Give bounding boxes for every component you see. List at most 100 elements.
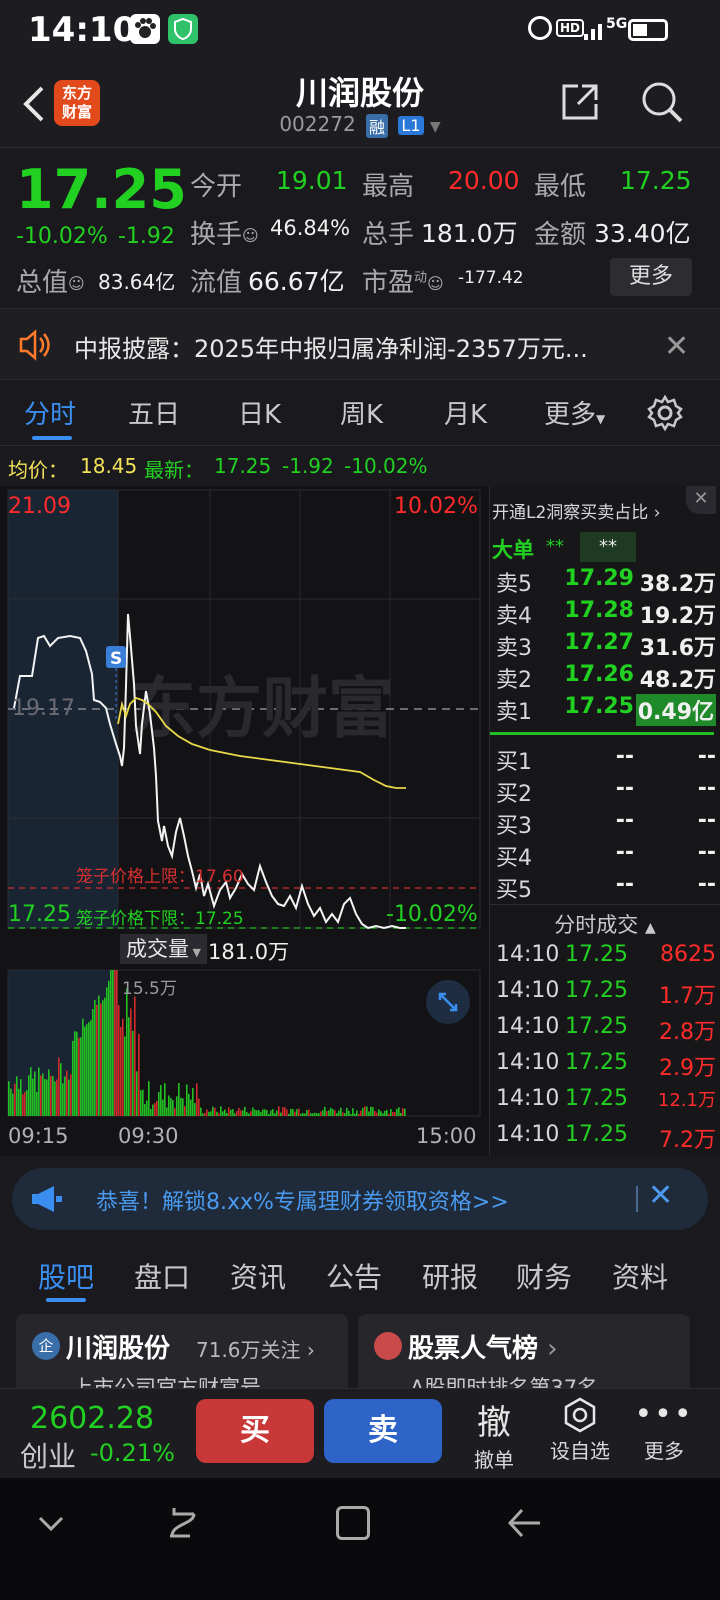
more-button[interactable]: 更多 [610,258,692,296]
volume-bar [76,1031,78,1116]
ask-row-4: 卖4 17.28 19.2万 [496,598,716,629]
volume-bar [44,1078,46,1116]
promo-banner[interactable]: 恭喜！解锁8.xx%专属理财券领取资格>> ✕ [12,1168,708,1230]
close-icon[interactable]: ✕ [664,329,689,364]
volume-bar [174,1108,176,1116]
tab-5day[interactable]: 五日 [128,394,180,431]
volume-bar [240,1110,242,1116]
float-label: 流值 [190,268,243,298]
popularity-card[interactable]: 股票人气榜 › A股即时排名第37名 [358,1314,690,1394]
baidu-paw-icon [130,14,160,44]
tab-weekly-k[interactable]: 周K [340,394,383,431]
expand-icon[interactable] [426,980,470,1024]
tab-announcements[interactable]: 公告 [326,1256,382,1296]
status-time: 14:10 [28,10,137,50]
back-icon[interactable] [506,1506,542,1544]
add-watchlist-button[interactable]: 设自选 [540,1395,620,1464]
order-book: ✕ 开通L2洞察买卖占比 › 大单 ** ** 卖5 17.29 38.2万 卖4 1… [490,486,720,1156]
intraday-chart[interactable]: 东方财富 S 21.09 10.02% 19.17 笼子价格上限：17.60 1… [0,486,490,1156]
volume-bar [152,1104,154,1116]
avg-label: 均价： [8,458,68,482]
close-icon[interactable]: ✕ [686,486,716,514]
volume-bar [148,1081,150,1116]
close-icon[interactable]: ✕ [648,1178,673,1213]
network-type: 5G [606,16,628,32]
volume-bar [288,1113,290,1116]
recent-apps-icon[interactable] [166,1504,200,1544]
volume-bar [330,1107,332,1116]
tab-news[interactable]: 资讯 [230,1256,286,1296]
volume-bar [94,1000,96,1116]
volume-bar [126,988,128,1116]
tab-profile[interactable]: 资料 [612,1256,668,1296]
big-order-value-2: ** [580,532,636,562]
info-icon[interactable]: ☺ [427,274,444,293]
settings-gear-icon[interactable] [646,394,684,436]
tab-more[interactable]: 更多▼ [544,394,605,431]
tab-orderbook[interactable]: 盘口 [134,1256,190,1296]
volume-bar [124,1036,126,1116]
index-name[interactable]: 创业 [20,1435,76,1475]
intraday-chart-svg: 东方财富 S [7,489,481,1117]
volume-bar [360,1110,362,1116]
dropdown-caret-icon[interactable]: ▼ [430,119,441,135]
volume-bar [84,1026,86,1116]
pe-label: 市盈动☺ [362,268,444,298]
volume-bar [276,1110,278,1116]
volume-bar [184,1106,186,1116]
tab-research[interactable]: 研报 [422,1256,478,1296]
volume-bar [60,1063,62,1116]
volume-bar [202,1113,204,1116]
more-actions-button[interactable]: ••• 更多 [624,1395,704,1464]
volume-bar [306,1110,308,1116]
share-icon[interactable] [560,82,600,126]
volume-bar [130,1008,132,1116]
index-value[interactable]: 2602.28 [30,1401,154,1436]
volume-bar [156,1100,158,1116]
tab-daily-k[interactable]: 日K [238,394,281,431]
volume-bar [358,1113,360,1116]
volume-bar [388,1113,390,1116]
notice-bar[interactable]: 中报披露：2025年中报归属净利润-2357万元... ✕ [0,308,720,380]
volume-bar [336,1113,338,1116]
home-icon[interactable] [336,1506,370,1540]
volume-bar [112,970,114,1116]
volume-bar [376,1112,378,1116]
volume-bar [188,1093,190,1116]
info-icon[interactable]: ☺ [242,226,259,245]
chevron-down-icon[interactable] [36,1508,66,1542]
l2-upgrade-link[interactable]: 开通L2洞察买卖占比 › [492,498,661,523]
alarm-icon [528,16,552,40]
volume-bar [278,1106,280,1116]
tab-financials[interactable]: 财务 [516,1256,572,1296]
volume-bar [206,1109,208,1116]
volume-bar [368,1111,370,1116]
company-card[interactable]: 企 川润股份 71.6万关注 › 上市公司官方财富号 [16,1314,348,1394]
sell-button[interactable]: 卖 [324,1399,442,1463]
volume-bar [348,1110,350,1116]
volume-bar [212,1106,214,1116]
tab-intraday[interactable]: 分时 [24,394,76,431]
volume-bar [224,1109,226,1116]
volume-selector[interactable]: 成交量 ▼ [120,934,207,964]
buy-button[interactable]: 买 [196,1399,314,1463]
tab-monthly-k[interactable]: 月K [444,394,487,431]
speaker-icon [18,329,52,365]
info-icon[interactable]: ☺ [68,274,85,293]
ticks-title[interactable]: 分时成交 ▲ [490,904,720,940]
volume-bar [144,1103,146,1116]
change-percent: -10.02% [16,224,108,249]
tab-forum[interactable]: 股吧 [38,1256,94,1296]
level-tag[interactable]: L1 [398,116,424,135]
volume-bar [354,1113,356,1116]
volume-bar [384,1110,386,1116]
volume-bar [294,1111,296,1116]
volume-bar [304,1113,306,1116]
open-value: 19.01 [276,166,348,195]
s-marker-text: S [110,649,122,669]
cancel-order-button[interactable]: 撤 撤单 [454,1395,534,1473]
volume-bar [100,1003,102,1116]
change-amount: -1.92 [118,224,175,249]
index-percent[interactable]: -0.21% [90,1439,175,1467]
search-icon[interactable] [640,80,684,128]
